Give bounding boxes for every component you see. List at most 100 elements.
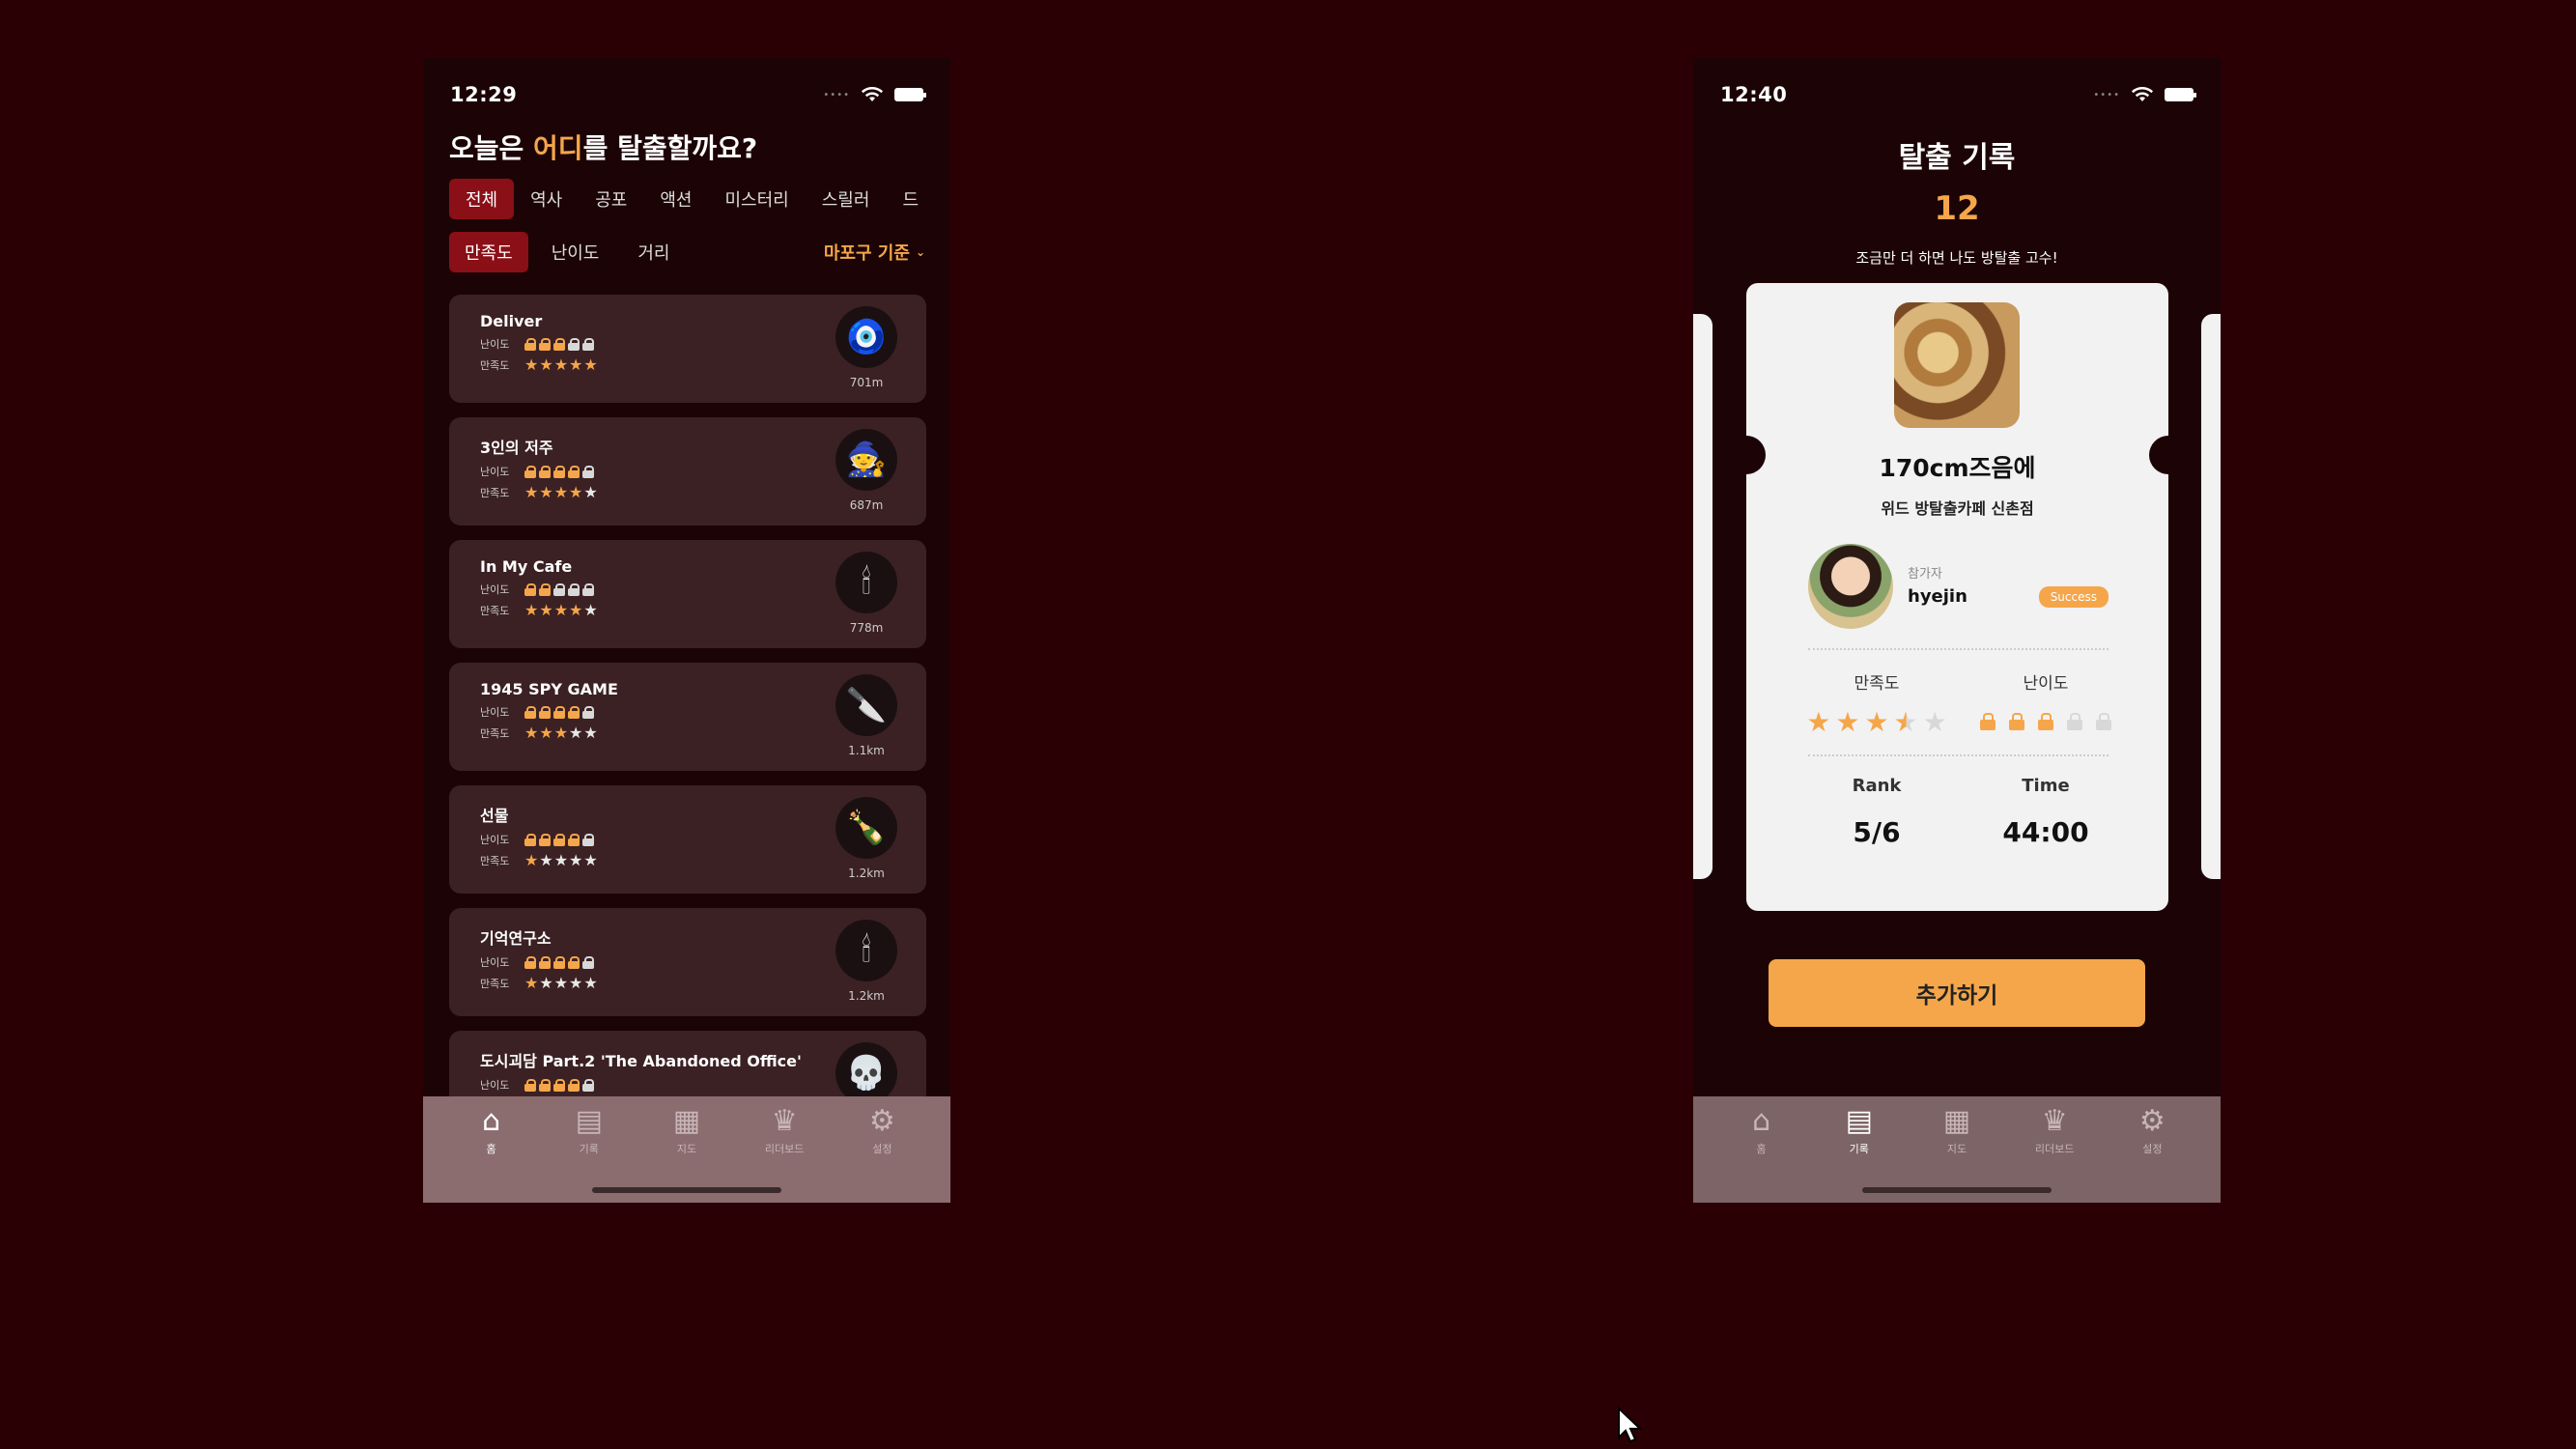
star-icon: ★ bbox=[539, 724, 553, 742]
genre-chip-drama[interactable]: 드 bbox=[886, 179, 935, 219]
record-count: 12 bbox=[1934, 189, 1980, 228]
star-icon: ★ bbox=[553, 974, 569, 992]
difficulty-label: 난이도 bbox=[480, 583, 510, 596]
tab-label: 홈 bbox=[1756, 1143, 1767, 1155]
divider bbox=[1808, 754, 2109, 756]
add-record-button[interactable]: 추가하기 bbox=[1769, 959, 2145, 1027]
star-icon: ★ bbox=[539, 974, 553, 992]
tab-label: 설정 bbox=[2142, 1143, 2163, 1155]
status-bar: 12:40 •••• bbox=[1693, 75, 2221, 114]
star-icon: ★ bbox=[569, 851, 583, 869]
star-icon: ★ bbox=[553, 601, 569, 619]
star-icon: ★ bbox=[539, 355, 553, 374]
genre-chip-all[interactable]: 전체 bbox=[449, 179, 515, 219]
sort-distance[interactable]: 거리 bbox=[622, 232, 685, 272]
tab-trophy[interactable]: ♛ 리더보드 bbox=[2021, 1104, 2088, 1156]
room-card[interactable]: 선물 난이도 만족도 ★ ★ ★ ★ ★ 🍾 1.2km bbox=[449, 785, 926, 894]
room-thumbnail: 🔪 bbox=[835, 674, 897, 736]
tab-trophy[interactable]: ♛ 리더보드 bbox=[750, 1104, 818, 1156]
tab-gear[interactable]: ⚙ 설정 bbox=[848, 1104, 916, 1156]
lock-icon bbox=[553, 582, 565, 596]
room-card[interactable]: 기억연구소 난이도 만족도 ★ ★ ★ ★ ★ 🕯 1.2km bbox=[449, 908, 926, 1016]
tab-record[interactable]: ▤ 기록 bbox=[555, 1104, 623, 1156]
tab-home[interactable]: ⌂ 홈 bbox=[458, 1104, 525, 1156]
trophy-icon: ♛ bbox=[771, 1104, 798, 1138]
star-icon: ★ bbox=[524, 724, 539, 742]
record-icon: ▤ bbox=[575, 1104, 603, 1138]
encouragement-text: 조금만 더 하면 나도 방탈출 고수! bbox=[1855, 249, 2058, 267]
genre-chip-history[interactable]: 역사 bbox=[514, 179, 579, 219]
prev-record-card[interactable] bbox=[1693, 314, 1713, 879]
lock-icon bbox=[568, 705, 580, 719]
lock-icon bbox=[2009, 713, 2024, 730]
map-icon: ▦ bbox=[672, 1104, 701, 1138]
satisfaction-label: 만족도 bbox=[480, 978, 510, 990]
star-icon: ★ bbox=[524, 851, 539, 869]
tab-home[interactable]: ⌂ 홈 bbox=[1728, 1104, 1796, 1156]
wifi-icon bbox=[2132, 87, 2153, 101]
lock-icon bbox=[539, 833, 551, 846]
lock-icon bbox=[582, 955, 594, 969]
lock-icon bbox=[568, 465, 580, 478]
sort-difficulty[interactable]: 난이도 bbox=[536, 232, 615, 272]
home-indicator bbox=[1862, 1187, 2052, 1193]
lock-icon bbox=[582, 1078, 594, 1092]
lock-icon bbox=[524, 833, 536, 846]
battery-icon bbox=[894, 88, 926, 101]
tab-gear[interactable]: ⚙ 설정 bbox=[2118, 1104, 2186, 1156]
star-icon: ★ bbox=[569, 724, 583, 742]
gear-icon: ⚙ bbox=[868, 1104, 895, 1138]
genre-chip-horror[interactable]: 공포 bbox=[579, 179, 643, 219]
theme-cover-image bbox=[1894, 302, 2020, 428]
star-icon: ★ bbox=[583, 483, 598, 501]
divider bbox=[1808, 648, 2109, 650]
tab-map[interactable]: ▦ 지도 bbox=[653, 1104, 721, 1156]
difficulty-label: 난이도 bbox=[480, 956, 510, 969]
status-time: 12:40 bbox=[1720, 83, 1788, 106]
lock-icon bbox=[539, 582, 551, 596]
room-card[interactable]: 1945 SPY GAME 난이도 만족도 ★ ★ ★ ★ ★ 🔪 1.1km bbox=[449, 663, 926, 771]
lock-icon bbox=[582, 833, 594, 846]
difficulty-locks bbox=[1973, 713, 2118, 730]
room-card[interactable]: Deliver 난이도 만족도 ★ ★ ★ ★ ★ 🧿 701m bbox=[449, 295, 926, 403]
room-thumbnail: 💀 bbox=[835, 1042, 897, 1104]
room-distance: 1.1km bbox=[848, 744, 885, 757]
star-icon: ★ bbox=[583, 974, 598, 992]
lock-icon bbox=[524, 705, 536, 719]
genre-chip-mystery[interactable]: 미스터리 bbox=[709, 179, 806, 219]
sort-filter: 만족도 난이도 거리 마포구 기준 ⌄ bbox=[449, 232, 925, 272]
star-icon: ★ bbox=[524, 355, 539, 374]
genre-chip-action[interactable]: 액션 bbox=[643, 179, 708, 219]
home-icon: ⌂ bbox=[482, 1104, 501, 1138]
satisfaction-label: 만족도 bbox=[480, 487, 510, 499]
tab-label: 기록 bbox=[579, 1143, 599, 1155]
difficulty-locks bbox=[524, 1078, 594, 1092]
difficulty-label: 난이도 bbox=[480, 466, 510, 478]
room-distance: 1.2km bbox=[848, 867, 885, 880]
tab-map[interactable]: ▦ 지도 bbox=[1923, 1104, 1991, 1156]
tab-label: 리더보드 bbox=[764, 1143, 805, 1155]
star-icon: ★ bbox=[524, 483, 539, 501]
room-thumbnail: 🧙 bbox=[835, 429, 897, 491]
difficulty-locks bbox=[524, 705, 594, 719]
room-card[interactable]: 3인의 저주 난이도 만족도 ★ ★ ★ ★ ★ 🧙 687m bbox=[449, 417, 926, 526]
wifi-icon bbox=[862, 87, 883, 101]
record-icon: ▤ bbox=[1845, 1104, 1873, 1138]
battery-icon bbox=[2165, 88, 2196, 101]
room-card[interactable]: In My Cafe 난이도 만족도 ★ ★ ★ ★ ★ 🕯 778m bbox=[449, 540, 926, 648]
sort-satisfaction[interactable]: 만족도 bbox=[449, 232, 528, 272]
satisfaction-label: 만족도 bbox=[480, 727, 510, 740]
lock-icon bbox=[568, 1078, 580, 1092]
location-selector[interactable]: 마포구 기준 ⌄ bbox=[824, 240, 925, 265]
lock-icon bbox=[539, 337, 551, 351]
difficulty-label: 난이도 bbox=[480, 338, 510, 351]
record-ticket-card[interactable]: 170cm즈음에 위드 방탈출카페 신촌점 참가자 hyejin Success… bbox=[1727, 283, 2188, 911]
trophy-icon: ♛ bbox=[2041, 1104, 2068, 1138]
lock-icon bbox=[568, 337, 580, 351]
genre-chip-thriller[interactable]: 스릴러 bbox=[806, 179, 887, 219]
next-record-card[interactable] bbox=[2201, 314, 2221, 879]
chevron-down-icon: ⌄ bbox=[915, 245, 925, 259]
lock-icon bbox=[539, 465, 551, 478]
lock-icon bbox=[553, 465, 565, 478]
tab-record[interactable]: ▤ 기록 bbox=[1826, 1104, 1893, 1156]
